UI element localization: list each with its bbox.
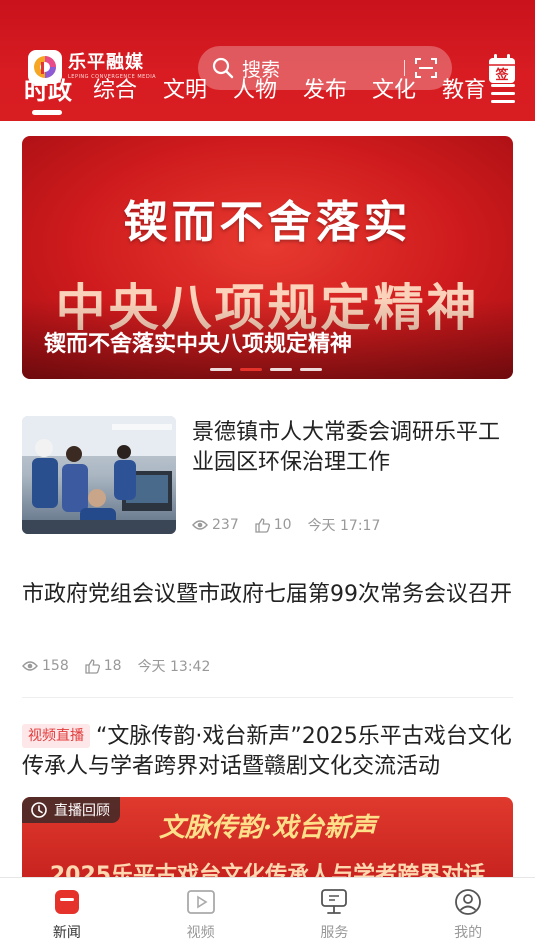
carousel-dot[interactable] — [300, 368, 322, 371]
view-count: 158 — [42, 658, 69, 674]
tab-jiaoyu[interactable]: 教育 — [442, 74, 486, 108]
nav-video[interactable]: 视频 — [134, 878, 268, 951]
nav-label: 视频 — [186, 925, 215, 941]
nav-profile[interactable]: 我的 — [401, 878, 535, 951]
tab-wenming[interactable]: 文明 — [163, 74, 207, 108]
logo-name: 乐平融媒 — [68, 52, 144, 73]
nav-label: 服务 — [320, 925, 349, 941]
tab-shizheng[interactable]: 时政 — [24, 74, 72, 108]
menu-icon[interactable] — [491, 82, 515, 104]
news-item-live[interactable]: 视频直播 “文脉传韵·戏台新声”2025乐平古戏台文化传承人与学者跨界对话暨赣剧文… — [22, 722, 513, 782]
news-item[interactable]: 景德镇市人大常委会调研乐平工业园区环保治理工作 237 10 今天 17:17 — [22, 416, 513, 536]
active-tab-indicator — [32, 110, 62, 115]
service-icon — [321, 889, 348, 914]
news-item[interactable]: 市政府党组会议暨市政府七届第99次常务会议召开 158 18 今天 13:42 — [22, 580, 513, 675]
video-icon — [186, 890, 215, 914]
video-cover[interactable]: 文脉传韵·戏台新声 2025乐平古戏台文化传承人与学者跨界对话 直播回顾 — [22, 797, 513, 887]
tab-wenhua[interactable]: 文化 — [372, 74, 416, 108]
replay-badge: 直播回顾 — [22, 797, 120, 823]
news-title-wrap: 视频直播 “文脉传韵·戏台新声”2025乐平古戏台文化传承人与学者跨界对话暨赣剧文… — [22, 722, 513, 782]
carousel-dot-active[interactable] — [240, 368, 262, 371]
news-title: 景德镇市人大常委会调研乐平工业园区环保治理工作 — [192, 420, 501, 475]
list-divider — [22, 697, 513, 698]
thumbs-up-icon[interactable] — [255, 517, 270, 533]
carousel-indicator — [210, 368, 322, 371]
tab-renwu[interactable]: 人物 — [233, 74, 277, 108]
category-tabs: 时政 综合 文明 人物 发布 文化 教育 — [0, 74, 535, 114]
banner-headline-1: 锲而不舍落实 — [123, 197, 412, 248]
news-icon — [54, 890, 79, 914]
app-header: 乐平融媒 LEPING CONVERGENCE MEDIA 搜索 签 时政 综合… — [0, 0, 535, 121]
eye-icon — [22, 660, 38, 672]
nav-news[interactable]: 新闻 — [0, 878, 134, 951]
tab-fabu[interactable]: 发布 — [303, 74, 347, 108]
replay-label: 直播回顾 — [54, 803, 110, 819]
news-title: 市政府党组会议暨市政府七届第99次常务会议召开 — [22, 582, 512, 607]
banner-caption: 锲而不舍落实中央八项规定精神 — [44, 332, 353, 357]
carousel-dot[interactable] — [270, 368, 292, 371]
nav-label: 我的 — [454, 925, 483, 941]
publish-time: 今天 17:17 — [307, 518, 381, 534]
profile-icon — [455, 889, 482, 915]
news-meta: 237 10 今天 17:17 — [192, 515, 380, 535]
like-count: 10 — [273, 517, 292, 533]
carousel-dot[interactable] — [210, 368, 232, 371]
bottom-nav: 新闻 视频 服务 我的 — [0, 877, 535, 951]
nav-label: 新闻 — [52, 925, 81, 941]
view-count: 237 — [212, 517, 239, 533]
like-count: 18 — [103, 658, 122, 674]
news-thumbnail — [22, 416, 176, 534]
nav-service[interactable]: 服务 — [268, 878, 402, 951]
news-meta: 158 18 今天 13:42 — [22, 656, 210, 676]
history-icon — [31, 802, 47, 818]
publish-time: 今天 13:42 — [137, 659, 211, 675]
thumbs-up-icon[interactable] — [85, 658, 100, 674]
news-title: “文脉传韵·戏台新声”2025乐平古戏台文化传承人与学者跨界对话暨赣剧文化交流活… — [22, 724, 512, 779]
eye-icon — [192, 519, 208, 531]
tab-zonghe[interactable]: 综合 — [93, 74, 137, 108]
live-tag: 视频直播 — [22, 724, 90, 748]
banner-carousel[interactable]: 锲而不舍落实 中央八项规定精神 锲而不舍落实中央八项规定精神 — [22, 136, 513, 379]
